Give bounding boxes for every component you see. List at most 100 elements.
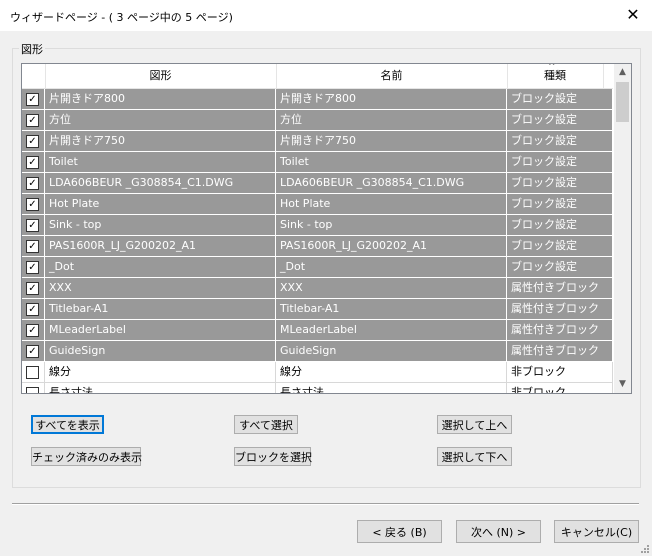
column-header-type[interactable]: 種類 ^ xyxy=(507,64,604,88)
column-header-name[interactable]: 名前 xyxy=(276,64,508,88)
row-shape-cell: Sink - top xyxy=(45,215,276,235)
row-checkbox[interactable]: ✓ xyxy=(26,324,39,337)
table-row[interactable]: ✓ Sink - top Sink - top ブロック設定 xyxy=(22,215,613,236)
row-shape-cell: 線分 xyxy=(45,362,276,382)
row-shape-cell: XXX xyxy=(45,278,276,298)
table-row[interactable]: ✓ _Dot _Dot ブロック設定 xyxy=(22,257,613,278)
row-name-cell: LDA606BEUR _G308854_C1.DWG xyxy=(276,173,507,193)
row-check-cell: ✓ xyxy=(22,299,45,319)
row-checkbox[interactable]: ✓ xyxy=(26,219,39,232)
row-type-cell: 属性付きブロック xyxy=(507,299,613,319)
row-type-cell: ブロック設定 xyxy=(507,257,613,277)
scroll-up-icon[interactable]: ▲ xyxy=(614,64,631,81)
header-check-column xyxy=(22,64,46,88)
row-shape-cell: 長さ寸法 xyxy=(45,383,276,393)
table-row[interactable]: ✓ LDA606BEUR _G308854_C1.DWG LDA606BEUR _G… xyxy=(22,173,613,194)
row-check-cell: ✓ xyxy=(22,194,45,214)
footer-separator xyxy=(12,503,639,505)
row-type-cell: ブロック設定 xyxy=(507,215,613,235)
move-up-button[interactable]: 選択して上へ xyxy=(437,415,512,434)
row-checkbox[interactable]: ✓ xyxy=(26,282,39,295)
resize-grip-icon[interactable] xyxy=(640,544,650,554)
row-type-cell: ブロック設定 xyxy=(507,89,613,109)
select-all-button[interactable]: すべて選択 xyxy=(234,415,298,434)
table-row[interactable]: ✓ MLeaderLabel MLeaderLabel 属性付きブロック xyxy=(22,320,613,341)
scroll-down-icon[interactable]: ▼ xyxy=(614,376,631,393)
table-row[interactable]: ✓ PAS1600R_LJ_G200202_A1 PAS1600R_LJ_G2002… xyxy=(22,236,613,257)
table-row[interactable]: ✓ 片開きドア750 片開きドア750 ブロック設定 xyxy=(22,131,613,152)
grid-rows: ✓ 片開きドア800 片開きドア800 ブロック設定 ✓ 方位 方位 ブロック設定 ✓ 片開きドア… xyxy=(22,89,613,393)
row-checkbox[interactable]: ✓ xyxy=(26,177,39,190)
row-type-cell: 属性付きブロック xyxy=(507,320,613,340)
row-type-cell: ブロック設定 xyxy=(507,152,613,172)
row-checkbox[interactable]: ✓ xyxy=(26,345,39,358)
sort-ascending-icon: ^ xyxy=(548,63,556,72)
table-row[interactable]: ✓ GuideSign GuideSign 属性付きブロック xyxy=(22,341,613,362)
row-check-cell: ✓ xyxy=(22,215,45,235)
move-down-button[interactable]: 選択して下へ xyxy=(437,447,512,466)
table-row[interactable]: ✓ 方位 方位 ブロック設定 xyxy=(22,110,613,131)
row-checkbox[interactable]: ✓ xyxy=(26,93,39,106)
group-label: 図形 xyxy=(19,41,45,57)
cancel-button[interactable]: キャンセル(C) xyxy=(554,520,639,543)
row-shape-cell: 片開きドア750 xyxy=(45,131,276,151)
row-name-cell: Sink - top xyxy=(276,215,507,235)
show-checked-button[interactable]: チェック済みのみ表示 xyxy=(31,447,142,466)
grid-header: 図形 名前 種類 ^ xyxy=(22,64,613,89)
row-check-cell xyxy=(22,362,45,382)
row-checkbox[interactable]: ✓ xyxy=(26,261,39,274)
table-row[interactable]: ✓ Hot Plate Hot Plate ブロック設定 xyxy=(22,194,613,215)
row-check-cell xyxy=(22,383,45,393)
row-checkbox[interactable]: ✓ xyxy=(26,135,39,148)
row-shape-cell: _Dot xyxy=(45,257,276,277)
row-check-cell: ✓ xyxy=(22,320,45,340)
row-type-cell: ブロック設定 xyxy=(507,173,613,193)
column-header-shape[interactable]: 図形 xyxy=(45,64,277,88)
row-name-cell: Titlebar-A1 xyxy=(276,299,507,319)
row-check-cell: ✓ xyxy=(22,152,45,172)
row-name-cell: 線分 xyxy=(276,362,507,382)
row-check-cell: ✓ xyxy=(22,236,45,256)
table-row[interactable]: 長さ寸法 長さ寸法 非ブロック xyxy=(22,383,613,393)
back-button[interactable]: < 戻る (B) xyxy=(357,520,442,543)
row-name-cell: PAS1600R_LJ_G200202_A1 xyxy=(276,236,507,256)
table-row[interactable]: 線分 線分 非ブロック xyxy=(22,362,613,383)
row-checkbox[interactable]: ✓ xyxy=(26,114,39,127)
row-check-cell: ✓ xyxy=(22,89,45,109)
row-checkbox[interactable] xyxy=(26,387,39,393)
row-checkbox[interactable] xyxy=(26,366,39,379)
row-checkbox[interactable]: ✓ xyxy=(26,303,39,316)
close-icon[interactable]: ✕ xyxy=(620,3,646,27)
row-checkbox[interactable]: ✓ xyxy=(26,198,39,211)
row-shape-cell: MLeaderLabel xyxy=(45,320,276,340)
table-row[interactable]: ✓ 片開きドア800 片開きドア800 ブロック設定 xyxy=(22,89,613,110)
row-check-cell: ✓ xyxy=(22,131,45,151)
table-row[interactable]: ✓ XXX XXX 属性付きブロック xyxy=(22,278,613,299)
table-row[interactable]: ✓ Toilet Toilet ブロック設定 xyxy=(22,152,613,173)
row-name-cell: Hot Plate xyxy=(276,194,507,214)
row-type-cell: 属性付きブロック xyxy=(507,341,613,361)
row-shape-cell: Titlebar-A1 xyxy=(45,299,276,319)
row-checkbox[interactable]: ✓ xyxy=(26,156,39,169)
row-name-cell: Toilet xyxy=(276,152,507,172)
row-name-cell: 片開きドア800 xyxy=(276,89,507,109)
row-check-cell: ✓ xyxy=(22,278,45,298)
scrollbar-thumb[interactable] xyxy=(616,82,629,122)
window-title: ウィザードページ - ( 3 ページ中の 5 ページ) xyxy=(10,11,233,24)
vertical-scrollbar[interactable]: ▲ ▼ xyxy=(614,64,631,393)
row-type-cell: ブロック設定 xyxy=(507,194,613,214)
row-check-cell: ✓ xyxy=(22,110,45,130)
table-row[interactable]: ✓ Titlebar-A1 Titlebar-A1 属性付きブロック xyxy=(22,299,613,320)
show-all-button[interactable]: すべてを表示 xyxy=(31,415,104,434)
row-type-cell: 非ブロック xyxy=(507,362,613,382)
row-check-cell: ✓ xyxy=(22,173,45,193)
row-type-cell: ブロック設定 xyxy=(507,236,613,256)
row-checkbox[interactable]: ✓ xyxy=(26,240,39,253)
next-button[interactable]: 次へ (N) > xyxy=(456,520,541,543)
row-name-cell: MLeaderLabel xyxy=(276,320,507,340)
select-blocks-button[interactable]: ブロックを選択 xyxy=(234,447,312,466)
row-shape-cell: PAS1600R_LJ_G200202_A1 xyxy=(45,236,276,256)
row-type-cell: 非ブロック xyxy=(507,383,613,393)
title-bar: ウィザードページ - ( 3 ページ中の 5 ページ) ✕ xyxy=(0,0,652,31)
shapes-grid[interactable]: 図形 名前 種類 ^ ✓ 片開きドア800 片開きドア800 ブロック設定 ✓ 方位 方位ブ… xyxy=(21,63,632,394)
